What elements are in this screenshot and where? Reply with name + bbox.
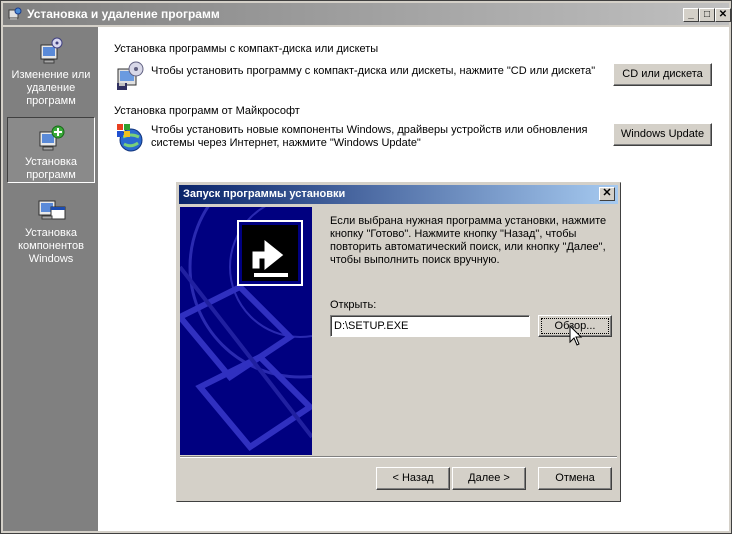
sidebar-item-label: Установка программ — [25, 156, 77, 181]
ms-section-description-line1: Чтобы установить новые компоненты Window… — [151, 124, 588, 136]
back-button[interactable]: < Назад — [376, 467, 450, 490]
sidebar-item-windows-components[interactable]: Установка компонентов Windows — [7, 193, 95, 266]
windows-update-icon — [117, 124, 143, 152]
cd-section-heading: Установка программы с компакт-диска или … — [114, 43, 379, 55]
windows-update-button[interactable]: Windows Update — [613, 123, 712, 146]
sidebar: Изменение или удаление программ Установк… — [3, 27, 98, 531]
dialog-title: Запуск программы установки — [183, 188, 346, 200]
maximize-button[interactable]: □ — [699, 8, 715, 22]
open-path-input[interactable]: D:\SETUP.EXE — [330, 315, 530, 337]
cancel-button[interactable]: Отмена — [538, 467, 612, 490]
next-button[interactable]: Далее > — [452, 467, 526, 490]
dialog-message: Если выбрана нужная программа установки,… — [330, 215, 607, 266]
open-label: Открыть: — [330, 299, 377, 311]
add-programs-icon — [39, 125, 65, 151]
dialog-close-button[interactable]: ✕ — [599, 187, 615, 201]
sidebar-item-change-remove[interactable]: Изменение или удаление программ — [7, 35, 95, 108]
setup-wizard-illustration — [180, 207, 312, 455]
sidebar-item-label: Установка компонентов Windows — [18, 227, 84, 265]
setup-wizard-art-icon — [180, 207, 312, 455]
add-remove-programs-icon — [8, 7, 22, 20]
sidebar-item-label: Изменение или удаление программ — [11, 69, 91, 107]
dialog-separator — [180, 456, 617, 458]
minimize-button[interactable]: _ — [683, 8, 699, 22]
change-remove-programs-icon — [40, 37, 63, 64]
main-window: Установка и удаление программ _ □ ✕ Изме… — [0, 0, 732, 534]
mouse-cursor-icon — [569, 325, 583, 346]
cd-floppy-icon — [117, 61, 144, 90]
window-title: Установка и удаление программ — [27, 7, 220, 21]
close-button[interactable]: ✕ — [715, 8, 731, 22]
ms-section-description-line2: системы через Интернет, нажмите "Windows… — [151, 137, 421, 149]
setup-dialog: Запуск программы установки ✕ Если выбран… — [176, 182, 621, 502]
title-bar[interactable]: Установка и удаление программ _ □ ✕ — [3, 3, 731, 25]
ms-section-heading: Установка программ от Майкрософт — [114, 105, 300, 117]
cd-floppy-button[interactable]: CD или дискета — [613, 63, 712, 86]
cd-section-description: Чтобы установить программу с компакт-дис… — [151, 65, 596, 77]
sidebar-item-add-programs[interactable]: Установка программ — [7, 117, 95, 183]
dialog-title-bar[interactable]: Запуск программы установки ✕ — [179, 185, 618, 204]
windows-components-icon — [38, 200, 66, 220]
